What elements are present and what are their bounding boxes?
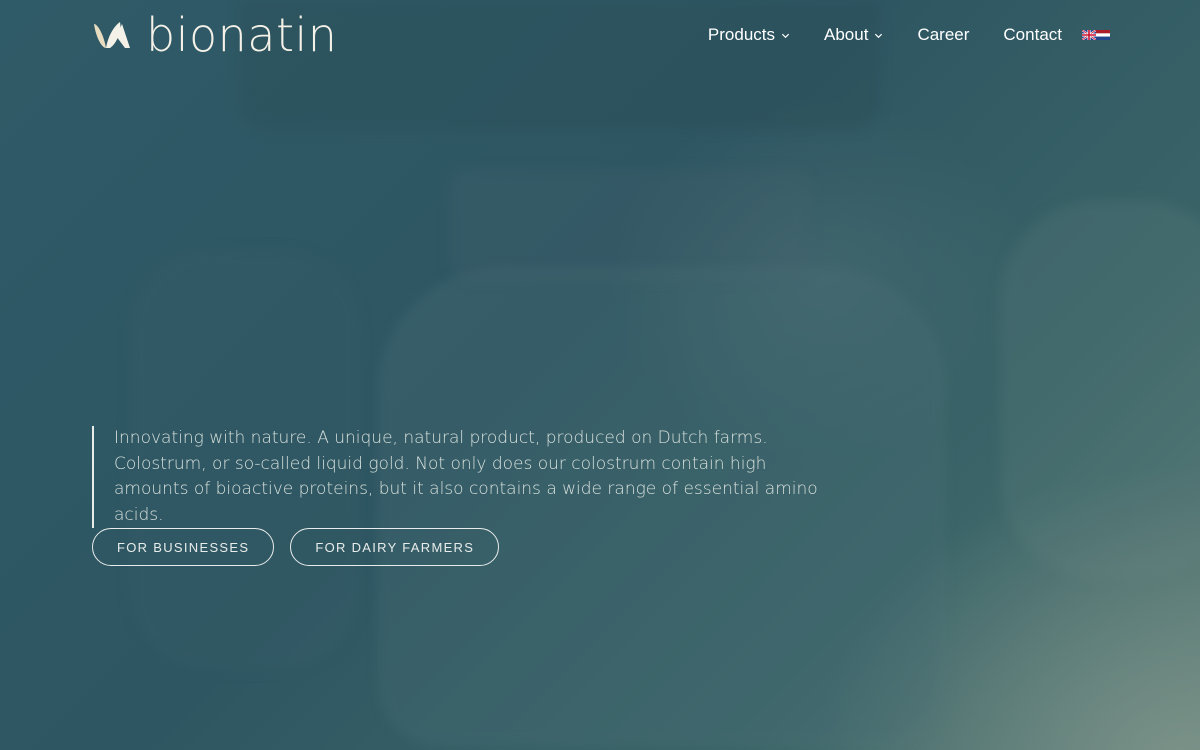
site-header: bionatin Products About Career Contact bbox=[0, 0, 1200, 70]
nav-item-career[interactable]: Career bbox=[917, 22, 969, 48]
chevron-down-icon bbox=[875, 33, 883, 38]
background-jar-lid bbox=[450, 170, 810, 280]
bionatin-logo-icon bbox=[94, 22, 130, 48]
nav-item-label: About bbox=[824, 25, 869, 44]
logo-link[interactable]: bionatin bbox=[92, 12, 337, 58]
main-nav: Products About Career Contact bbox=[708, 22, 1110, 48]
hero-section: bionatin Products About Career Contact I… bbox=[0, 0, 1200, 750]
nav-item-products[interactable]: Products bbox=[708, 22, 790, 48]
netherlands-flag-icon bbox=[1096, 30, 1110, 40]
chevron-down-icon bbox=[781, 33, 790, 38]
nav-item-label: Contact bbox=[1003, 25, 1062, 44]
brand-name: bionatin bbox=[146, 8, 338, 62]
nav-item-label: Products bbox=[707, 25, 775, 44]
language-switcher bbox=[1082, 30, 1110, 40]
background-shape bbox=[1000, 200, 1200, 580]
language-dutch[interactable] bbox=[1096, 30, 1110, 40]
for-businesses-button[interactable]: FOR BUSINESSES bbox=[92, 528, 275, 566]
language-english[interactable] bbox=[1082, 30, 1096, 40]
hero-buttons: FOR BUSINESSES FOR DAIRY FARMERS bbox=[92, 528, 515, 566]
uk-flag-icon bbox=[1082, 30, 1096, 40]
intro-text: Innovating with nature. A unique, natura… bbox=[114, 428, 818, 525]
hero-intro: Innovating with nature. A unique, natura… bbox=[92, 426, 834, 528]
for-dairy-farmers-button[interactable]: FOR DAIRY FARMERS bbox=[290, 528, 500, 566]
nav-item-about[interactable]: About bbox=[824, 22, 883, 48]
nav-item-contact[interactable]: Contact bbox=[1003, 22, 1062, 48]
nav-item-label: Career bbox=[917, 25, 970, 44]
